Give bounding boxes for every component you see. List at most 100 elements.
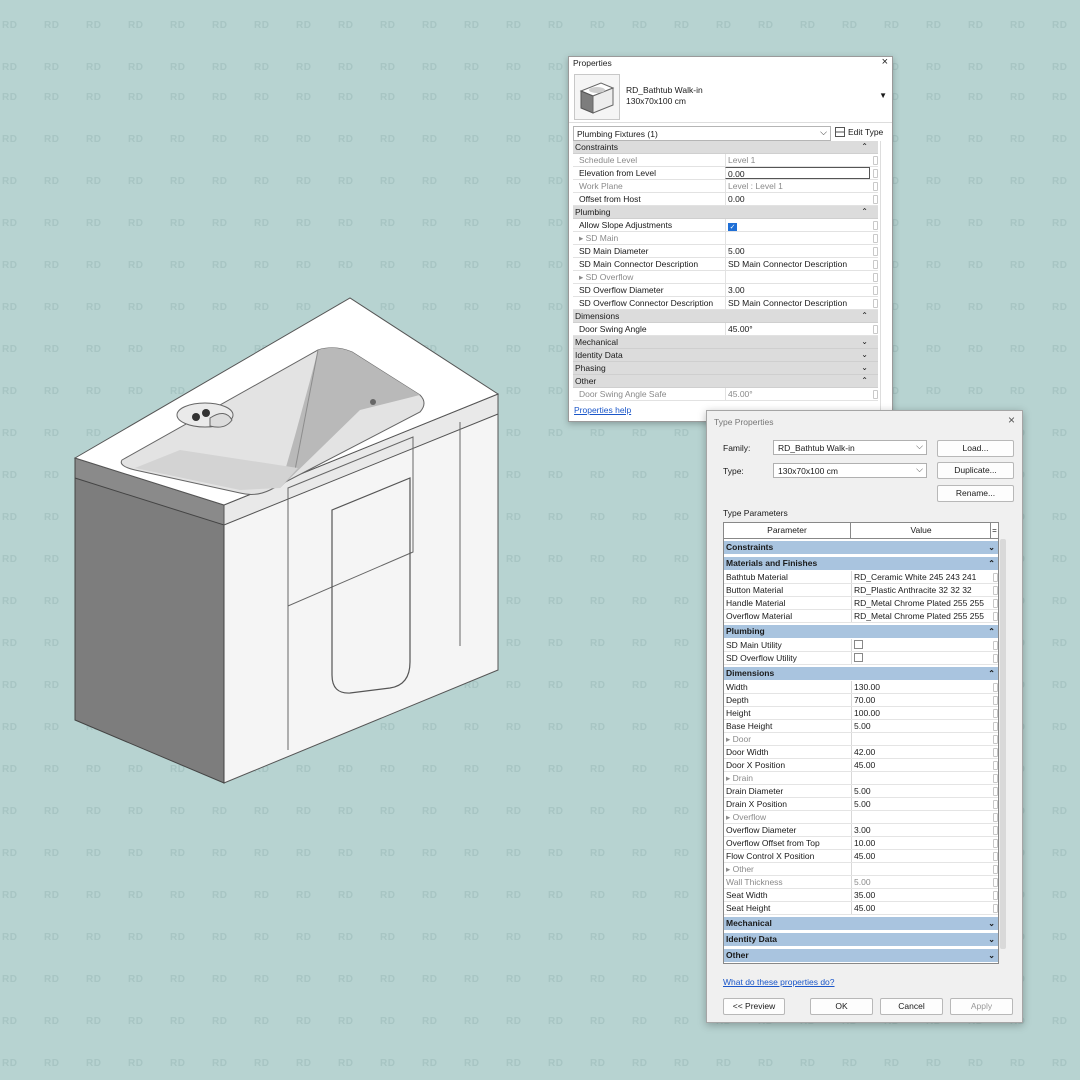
- category-mechanical[interactable]: Mechanical ⌄: [573, 336, 878, 349]
- property-value-cell[interactable]: [725, 271, 870, 283]
- associate-parameter-button[interactable]: [873, 299, 878, 308]
- expand-icon[interactable]: ⌄: [861, 336, 868, 348]
- associate-parameter-button[interactable]: [873, 260, 878, 269]
- associate-parameter-button[interactable]: [993, 865, 998, 874]
- expand-icon[interactable]: ⌄: [988, 949, 995, 962]
- category-phasing[interactable]: Phasing ⌄: [573, 362, 878, 375]
- group-materials-and-finishes[interactable]: Materials and Finishes ⌃: [724, 557, 998, 571]
- property-value-cell[interactable]: 45.00°: [725, 388, 870, 400]
- associate-parameter-button[interactable]: [993, 722, 998, 731]
- formula-column-header[interactable]: =: [990, 523, 998, 538]
- load-button[interactable]: Load...: [937, 440, 1014, 457]
- property-value-cell[interactable]: 45.00°: [725, 323, 870, 335]
- parameter-value-cell[interactable]: RD_Metal Chrome Plated 255 255: [851, 597, 990, 609]
- parameter-value-cell[interactable]: 10.00: [851, 837, 990, 849]
- property-value-cell[interactable]: [725, 232, 870, 244]
- category-other[interactable]: Other ⌃: [573, 375, 878, 388]
- expand-icon[interactable]: ⌄: [988, 933, 995, 946]
- associate-parameter-button[interactable]: [873, 325, 878, 334]
- close-icon[interactable]: ×: [882, 56, 888, 68]
- category-plumbing[interactable]: Plumbing ⌃: [573, 206, 878, 219]
- associate-parameter-button[interactable]: [873, 195, 878, 204]
- collapse-icon[interactable]: ⌃: [861, 375, 868, 387]
- parameter-value-cell[interactable]: 45.00: [851, 850, 990, 862]
- parameter-value-cell[interactable]: [851, 652, 990, 664]
- parameter-value-cell[interactable]: 5.00: [851, 876, 990, 888]
- checkbox[interactable]: [854, 640, 863, 649]
- collapse-icon[interactable]: ⌃: [988, 667, 995, 680]
- grid-scrollbar[interactable]: [1000, 539, 1006, 949]
- parameter-value-cell[interactable]: [851, 639, 990, 651]
- associate-parameter-button[interactable]: [993, 748, 998, 757]
- category-constraints[interactable]: Constraints ⌃: [573, 141, 878, 154]
- associate-parameter-button[interactable]: [993, 735, 998, 744]
- associate-parameter-button[interactable]: [993, 696, 998, 705]
- collapse-icon[interactable]: ⌃: [861, 141, 868, 153]
- associate-parameter-button[interactable]: [993, 878, 998, 887]
- associate-parameter-button[interactable]: [993, 826, 998, 835]
- expand-icon[interactable]: ⌄: [861, 349, 868, 361]
- property-value-cell[interactable]: SD Main Connector Description: [725, 258, 870, 270]
- checkbox[interactable]: [854, 653, 863, 662]
- parameter-value-cell[interactable]: 5.00: [851, 785, 990, 797]
- parameter-value-cell[interactable]: 5.00: [851, 720, 990, 732]
- property-value-cell[interactable]: 3.00: [725, 284, 870, 296]
- associate-parameter-button[interactable]: [873, 169, 878, 178]
- associate-parameter-button[interactable]: [873, 273, 878, 282]
- group-mechanical[interactable]: Mechanical ⌄: [724, 917, 998, 931]
- type-dropdown[interactable]: 130x70x100 cm ⌵: [773, 463, 927, 478]
- associate-parameter-button[interactable]: [993, 891, 998, 900]
- properties-scrollbar[interactable]: [880, 141, 888, 455]
- duplicate-button[interactable]: Duplicate...: [937, 462, 1014, 479]
- property-value-cell[interactable]: ✓: [725, 219, 870, 231]
- group-other[interactable]: Other ⌄: [724, 949, 998, 963]
- associate-parameter-button[interactable]: [993, 654, 998, 663]
- associate-parameter-button[interactable]: [993, 612, 998, 621]
- associate-parameter-button[interactable]: [993, 904, 998, 913]
- parameter-value-cell[interactable]: 130.00: [851, 681, 990, 693]
- parameter-value-cell[interactable]: 45.00: [851, 902, 990, 914]
- property-value-cell[interactable]: 5.00: [725, 245, 870, 257]
- parameter-value-cell[interactable]: 5.00: [851, 798, 990, 810]
- associate-parameter-button[interactable]: [993, 800, 998, 809]
- preview-button[interactable]: << Preview: [723, 998, 785, 1015]
- associate-parameter-button[interactable]: [873, 156, 878, 165]
- parameter-value-cell[interactable]: [851, 863, 990, 875]
- expand-icon[interactable]: ⌄: [988, 917, 995, 930]
- associate-parameter-button[interactable]: [993, 761, 998, 770]
- associate-parameter-button[interactable]: [993, 586, 998, 595]
- property-value-cell[interactable]: 0.00: [725, 167, 870, 179]
- group-dimensions[interactable]: Dimensions ⌃: [724, 667, 998, 681]
- parameter-value-cell[interactable]: 42.00: [851, 746, 990, 758]
- parameter-value-cell[interactable]: 100.00: [851, 707, 990, 719]
- associate-parameter-button[interactable]: [993, 641, 998, 650]
- associate-parameter-button[interactable]: [873, 182, 878, 191]
- rename-button[interactable]: Rename...: [937, 485, 1014, 502]
- category-dimensions[interactable]: Dimensions ⌃: [573, 310, 878, 323]
- associate-parameter-button[interactable]: [873, 390, 878, 399]
- expand-icon[interactable]: ⌄: [988, 541, 995, 554]
- associate-parameter-button[interactable]: [993, 839, 998, 848]
- properties-help-link[interactable]: Properties help: [574, 405, 631, 415]
- collapse-icon[interactable]: ⌃: [988, 625, 995, 638]
- parameter-value-cell[interactable]: 35.00: [851, 889, 990, 901]
- category-identity-data[interactable]: Identity Data ⌄: [573, 349, 878, 362]
- collapse-icon[interactable]: ⌃: [988, 557, 995, 570]
- edit-type-button[interactable]: Edit Type: [835, 127, 883, 137]
- family-dropdown[interactable]: RD_Bathtub Walk-in ⌵: [773, 440, 927, 455]
- collapse-icon[interactable]: ⌃: [861, 206, 868, 218]
- property-value-cell[interactable]: Level 1: [725, 154, 870, 166]
- associate-parameter-button[interactable]: [873, 286, 878, 295]
- checkbox[interactable]: ✓: [728, 223, 737, 231]
- parameter-value-cell[interactable]: [851, 772, 990, 784]
- cancel-button[interactable]: Cancel: [880, 998, 943, 1015]
- parameter-column-header[interactable]: Parameter: [724, 523, 851, 538]
- group-identity-data[interactable]: Identity Data ⌄: [724, 933, 998, 947]
- ok-button[interactable]: OK: [810, 998, 873, 1015]
- collapse-icon[interactable]: ⌃: [861, 310, 868, 322]
- associate-parameter-button[interactable]: [993, 852, 998, 861]
- properties-help-link[interactable]: What do these properties do?: [723, 977, 835, 987]
- parameter-value-cell[interactable]: RD_Plastic Anthracite 32 32 32: [851, 584, 990, 596]
- associate-parameter-button[interactable]: [873, 221, 878, 230]
- type-selector[interactable]: RD_Bathtub Walk-in 130x70x100 cm ▼: [569, 71, 892, 123]
